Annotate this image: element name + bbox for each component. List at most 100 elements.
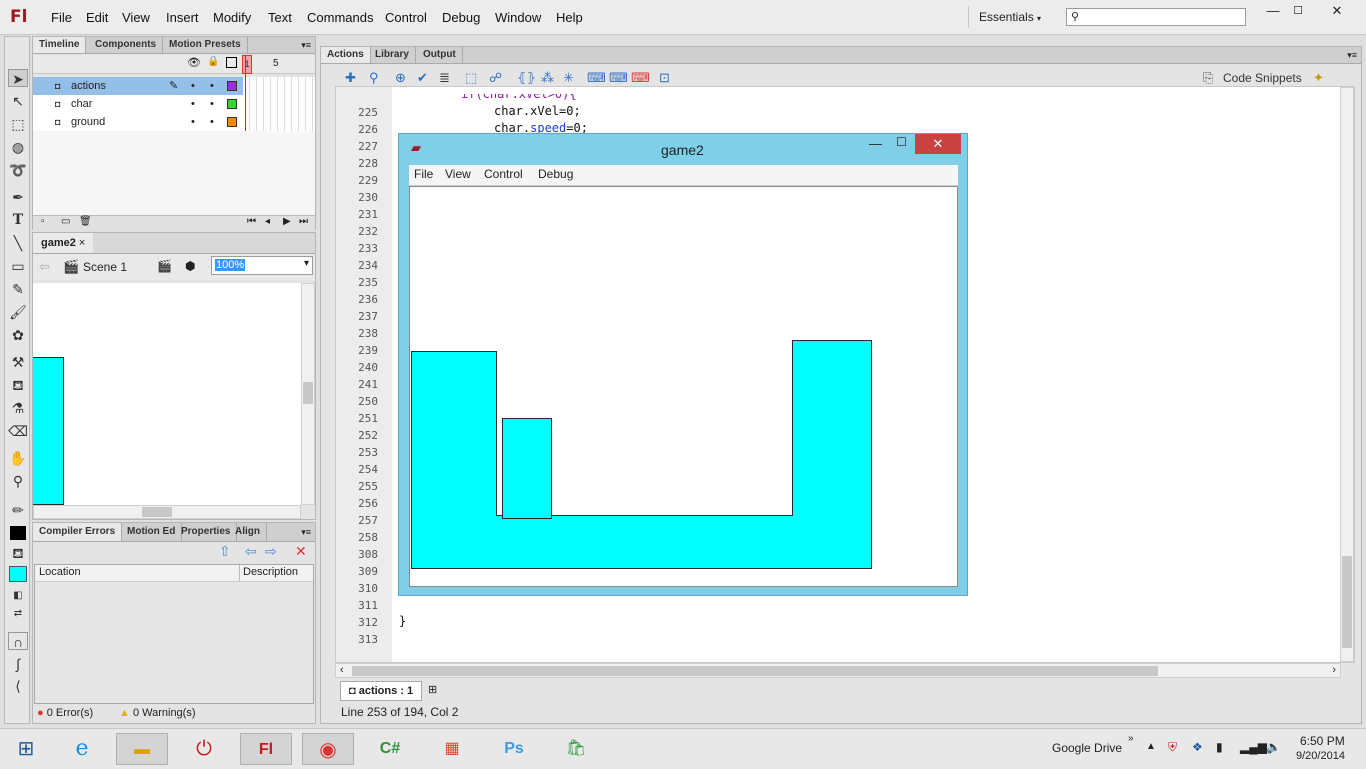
snap-magnet-icon[interactable]: ∩ [8, 632, 28, 650]
close-button[interactable]: ✕ [915, 134, 961, 154]
text-tool-icon[interactable]: T [8, 211, 28, 229]
panel-menu-icon[interactable]: ▾≡ [1347, 47, 1357, 63]
editor-horizontal-scrollbar[interactable]: ‹ › [335, 663, 1341, 678]
pin-script-icon[interactable]: ⊞ [428, 683, 437, 696]
menu-text[interactable]: Text [268, 10, 292, 25]
stroke-color-icon[interactable]: ✏ [8, 501, 28, 519]
game-preview-window[interactable]: ▰ game2 — ☐ ✕ File View Control Debug [398, 133, 968, 596]
menu-debug[interactable]: Debug [442, 10, 480, 25]
paint-bucket-tool-icon[interactable]: ⛾ [8, 376, 28, 394]
dropbox-icon[interactable]: ❖ [1192, 740, 1203, 754]
frames-actions[interactable] [243, 77, 315, 95]
fill-color-icon[interactable]: ⛾ [8, 544, 28, 562]
menu-modify[interactable]: Modify [213, 10, 251, 25]
lock-icon[interactable]: 🔒 [207, 56, 219, 67]
tab-components[interactable]: Components [89, 37, 164, 53]
smooth-icon[interactable]: ∫ [8, 655, 28, 673]
csharp-icon[interactable]: C# [364, 733, 416, 765]
layer-row-char[interactable]: ◘ char • • [33, 95, 243, 113]
new-folder-icon[interactable]: ▭ [61, 216, 70, 227]
tab-actions[interactable]: Actions [321, 47, 371, 63]
rectangle-tool-icon[interactable]: ▭ [8, 257, 28, 275]
help-search-input[interactable]: ⚲ [1066, 8, 1246, 26]
code-snippets-icon[interactable]: ⎘ [1203, 70, 1213, 86]
hand-tool-icon[interactable]: ✋ [8, 449, 28, 467]
collapse-braces-icon[interactable]: ⦃⦄ [517, 70, 536, 86]
photoshop-icon[interactable]: Ps [488, 733, 540, 765]
check-syntax-icon[interactable]: ✔ [417, 70, 428, 86]
minimize-button[interactable]: — [869, 136, 882, 151]
layer-color-swatch[interactable] [227, 117, 237, 127]
google-drive-label[interactable]: Google Drive [1052, 741, 1122, 755]
3d-rotation-tool-icon[interactable]: ◍ [8, 138, 28, 156]
eye-icon[interactable]: 👁 [187, 56, 201, 69]
layer-row-ground[interactable]: ◘ ground • • [33, 113, 243, 131]
pen-tool-icon[interactable]: ✒ [8, 188, 28, 206]
previous-error-icon[interactable]: ⇦ [245, 543, 257, 560]
go-to-source-icon[interactable]: ⇧ [219, 543, 231, 560]
show-hide-toolbox-icon[interactable]: ⊡ [659, 70, 670, 86]
column-description[interactable]: Description [243, 566, 298, 578]
tab-output[interactable]: Output [417, 47, 463, 63]
clear-errors-icon[interactable]: ✕ [295, 543, 307, 560]
game-canvas[interactable] [409, 186, 958, 587]
find-icon[interactable]: ⚲ [369, 70, 379, 86]
layer-color-swatch[interactable] [227, 81, 237, 91]
scroll-thumb[interactable] [1342, 556, 1352, 648]
layer-color-swatch[interactable] [227, 99, 237, 109]
tab-align[interactable]: Align [229, 523, 267, 541]
fill-color-swatch[interactable] [8, 564, 28, 583]
expand-all-icon[interactable]: ✳ [563, 70, 574, 86]
close-icon[interactable]: × [79, 237, 85, 249]
flash-taskbar-icon[interactable]: Fl [240, 733, 292, 765]
scroll-right-icon[interactable]: › [1332, 664, 1336, 676]
network-icon[interactable]: ▂▄▆ [1240, 740, 1267, 754]
volume-icon[interactable]: 🔈 [1266, 740, 1281, 754]
swap-colors-icon[interactable]: ⇄ [8, 605, 28, 623]
tray-expand-icon[interactable]: ▲ [1146, 741, 1156, 752]
menu-view[interactable]: View [122, 10, 150, 25]
tab-motion-editor[interactable]: Motion Ed [121, 523, 183, 541]
deco-tool-icon[interactable]: ✿ [8, 326, 28, 344]
black-white-icon[interactable]: ◧ [8, 587, 28, 605]
panel-menu-icon[interactable]: ▾≡ [301, 37, 311, 53]
stage-ground-shape[interactable] [33, 357, 64, 505]
eraser-tool-icon[interactable]: ⌫ [8, 422, 28, 440]
last-frame-icon[interactable]: ⏭ [299, 216, 308, 227]
chrome-icon[interactable]: ◉ [302, 733, 354, 765]
remove-comment-icon[interactable]: ⌨ [631, 70, 650, 86]
pencil-tool-icon[interactable]: ✎ [8, 280, 28, 298]
delete-layer-icon[interactable]: 🗑 [79, 216, 92, 227]
tab-game2[interactable]: game2 × [33, 233, 94, 253]
apply-block-comment-icon[interactable]: ⌨ [587, 70, 606, 86]
playhead[interactable]: 1 [242, 55, 252, 74]
column-location[interactable]: Location [39, 566, 81, 578]
tab-library[interactable]: Library [369, 47, 416, 63]
outline-icon[interactable] [226, 57, 237, 68]
play-icon[interactable]: ▶ [283, 216, 291, 227]
apply-line-comment-icon[interactable]: ⌨ [609, 70, 628, 86]
new-layer-icon[interactable]: ▫ [41, 216, 45, 227]
menu-commands[interactable]: Commands [307, 10, 373, 25]
tab-compiler-errors[interactable]: Compiler Errors [33, 523, 123, 541]
edit-scene-icon[interactable]: 🎬 [157, 259, 172, 273]
scroll-thumb[interactable] [303, 382, 313, 404]
panel-menu-icon[interactable]: ▾≡ [301, 523, 311, 541]
windows-start-icon[interactable]: ⊞ [0, 733, 52, 765]
menu-control[interactable]: Control [385, 10, 427, 25]
selection-tool-icon[interactable]: ➤ [8, 69, 28, 87]
antivirus-icon[interactable]: ⛨ [1168, 740, 1177, 755]
file-explorer-icon[interactable]: ▬ [116, 733, 168, 765]
scroll-thumb[interactable] [142, 507, 172, 517]
straighten-icon[interactable]: ⟨ [8, 677, 28, 695]
tab-motion-presets[interactable]: Motion Presets [163, 37, 248, 53]
layer-row-actions[interactable]: ◘ actions ✎ • • [33, 77, 243, 95]
menu-window[interactable]: Window [495, 10, 541, 25]
edit-symbols-icon[interactable]: ⬢ [185, 259, 195, 273]
stage-vertical-scrollbar[interactable] [301, 283, 315, 505]
clock-time[interactable]: 6:50 PM [1300, 734, 1345, 748]
next-error-icon[interactable]: ⇨ [265, 543, 277, 560]
wand-icon[interactable]: ✦ [1313, 70, 1324, 86]
line-tool-icon[interactable]: ╲ [8, 234, 28, 252]
menu-file[interactable]: File [51, 10, 72, 25]
